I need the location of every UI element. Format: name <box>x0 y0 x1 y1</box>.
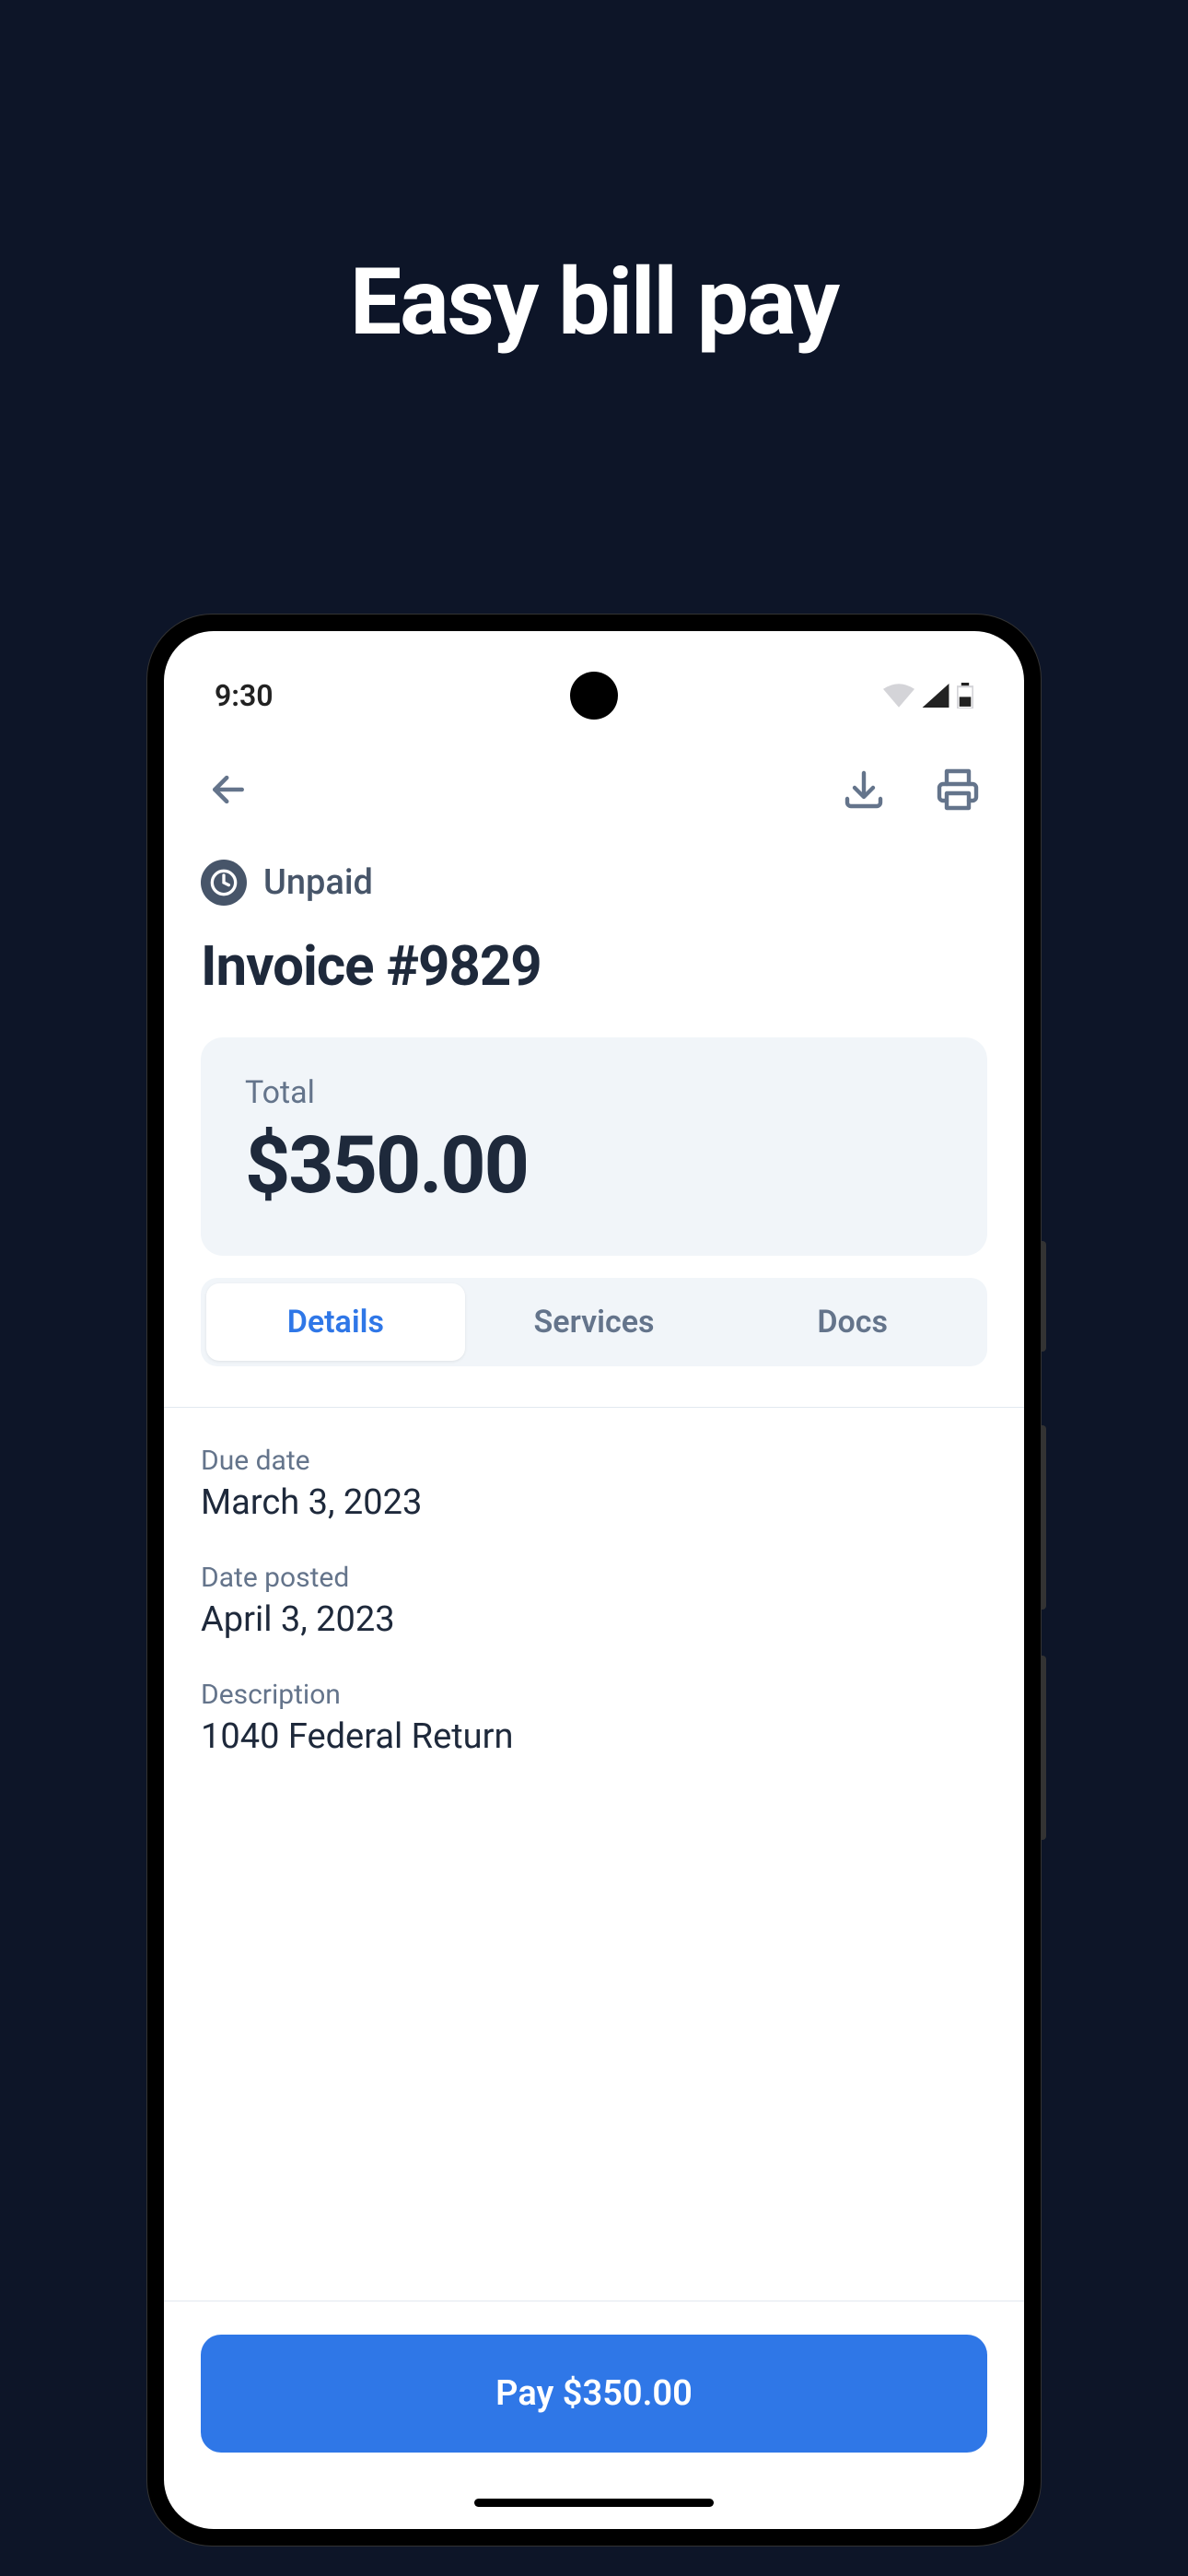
download-icon <box>842 802 886 815</box>
total-amount: $350.00 <box>245 1118 943 1212</box>
detail-due-date: Due date March 3, 2023 <box>201 1445 987 1523</box>
tab-docs[interactable]: Docs <box>723 1283 982 1361</box>
wifi-icon <box>883 684 914 708</box>
phone-frame: 9:30 <box>147 615 1041 2546</box>
detail-label: Due date <box>201 1445 987 1477</box>
pay-button[interactable]: Pay $350.00 <box>201 2335 987 2453</box>
detail-value: 1040 Federal Return <box>201 1716 987 1757</box>
details-list: Due date March 3, 2023 Date posted April… <box>201 1445 987 1796</box>
detail-label: Date posted <box>201 1562 987 1594</box>
phone-screen: 9:30 <box>164 631 1024 2529</box>
total-card: Total $350.00 <box>201 1037 987 1256</box>
invoice-status-row: Unpaid <box>201 860 987 906</box>
tab-details[interactable]: Details <box>206 1283 465 1361</box>
detail-value: March 3, 2023 <box>201 1482 987 1523</box>
marketing-headline: Easy bill pay <box>350 249 838 357</box>
detail-description: Description 1040 Federal Return <box>201 1679 987 1757</box>
total-label: Total <box>245 1074 943 1111</box>
spacer <box>201 1796 987 2301</box>
clock-icon <box>201 860 247 906</box>
volume-down-button <box>1041 1425 1046 1610</box>
print-button[interactable] <box>928 760 987 823</box>
detail-label: Description <box>201 1679 987 1711</box>
signal-icon <box>922 684 949 708</box>
tabs: Details Services Docs <box>201 1278 987 1366</box>
arrow-left-icon <box>208 800 249 814</box>
camera-notch <box>570 672 618 720</box>
invoice-title: Invoice #9829 <box>201 933 987 999</box>
home-indicator[interactable] <box>474 2499 714 2507</box>
invoice-status: Unpaid <box>263 862 373 903</box>
status-time: 9:30 <box>215 678 274 713</box>
content: Unpaid Invoice #9829 Total $350.00 Detai… <box>164 850 1024 2499</box>
power-button <box>1041 1656 1046 1840</box>
printer-icon <box>936 802 980 815</box>
detail-value: April 3, 2023 <box>201 1599 987 1640</box>
app-header <box>164 732 1024 850</box>
status-icons <box>883 683 973 708</box>
download-button[interactable] <box>834 760 893 823</box>
back-button[interactable] <box>201 762 256 821</box>
detail-date-posted: Date posted April 3, 2023 <box>201 1562 987 1640</box>
volume-up-button <box>1041 1241 1046 1352</box>
tab-services[interactable]: Services <box>465 1283 724 1361</box>
battery-icon <box>957 683 973 708</box>
divider <box>164 1407 1024 1408</box>
